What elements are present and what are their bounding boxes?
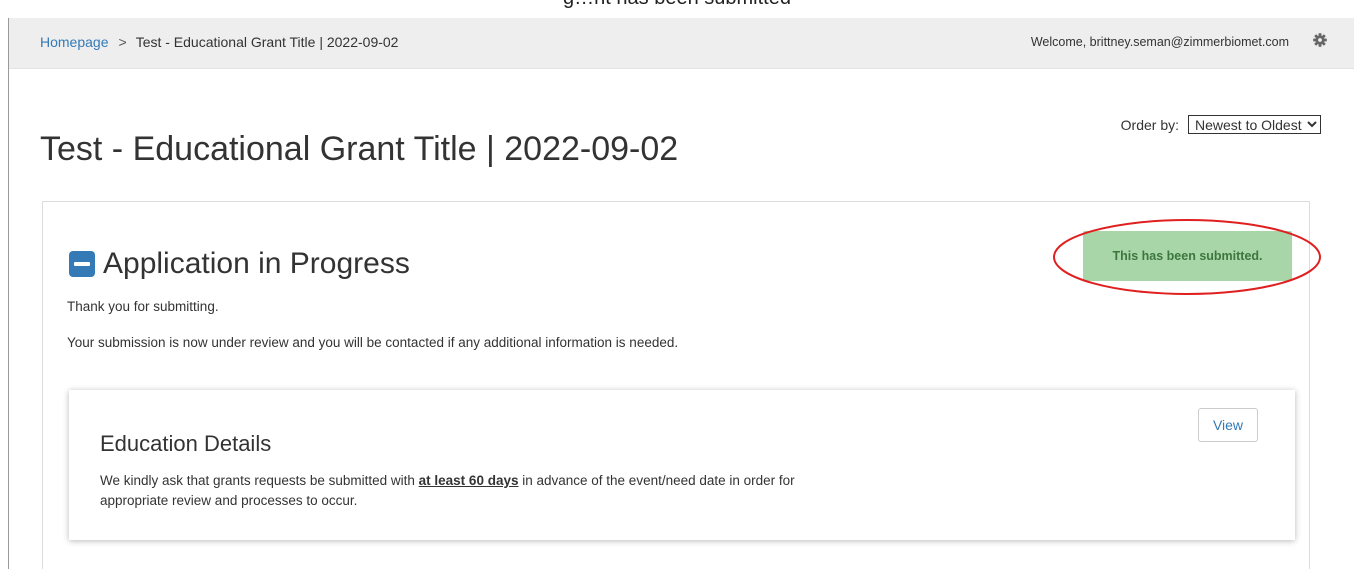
education-details-title: Education Details	[100, 431, 272, 456]
browser-page: Homepage > Test - Educational Grant Title …	[8, 18, 1354, 569]
status-badge: This has been submitted.	[1083, 231, 1292, 281]
education-text-emphasis: at least 60 days	[418, 473, 519, 488]
gear-icon[interactable]	[1311, 31, 1329, 49]
minus-square-icon[interactable]	[69, 251, 95, 277]
application-title-text: Application in Progress	[103, 247, 410, 280]
breadcrumb-home-link[interactable]: Homepage	[40, 34, 109, 50]
education-details-text: We kindly ask that grants requests be su…	[100, 471, 860, 511]
education-text-before: We kindly ask that grants requests be su…	[100, 473, 419, 488]
page-title: Test - Educational Grant Title | 2022-09…	[40, 130, 679, 168]
breadcrumb-current: Test - Educational Grant Title | 2022-09…	[135, 34, 399, 50]
review-message: Your submission is now under review and …	[67, 335, 679, 350]
order-by-control: Order by: Newest to Oldest	[1121, 115, 1321, 134]
top-bar: Homepage > Test - Educational Grant Title …	[9, 18, 1354, 69]
breadcrumb-separator: >	[118, 34, 127, 50]
cropped-caption: g…nt has been submitted	[0, 0, 1354, 8]
breadcrumb: Homepage > Test - Educational Grant Title …	[40, 34, 398, 50]
welcome-text: Welcome, brittney.seman@zimmerbiomet.com	[1030, 35, 1289, 49]
order-by-label: Order by:	[1120, 116, 1179, 133]
application-section-title: Application in Progress	[69, 247, 410, 281]
view-button[interactable]: View	[1198, 408, 1258, 442]
application-panel: Application in Progress Thank you for su…	[42, 201, 1321, 569]
order-by-select[interactable]: Newest to Oldest	[1188, 115, 1321, 134]
thanks-text: Thank you for submitting.	[67, 299, 219, 314]
education-details-card: Education Details We kindly ask that gra…	[69, 390, 1295, 540]
